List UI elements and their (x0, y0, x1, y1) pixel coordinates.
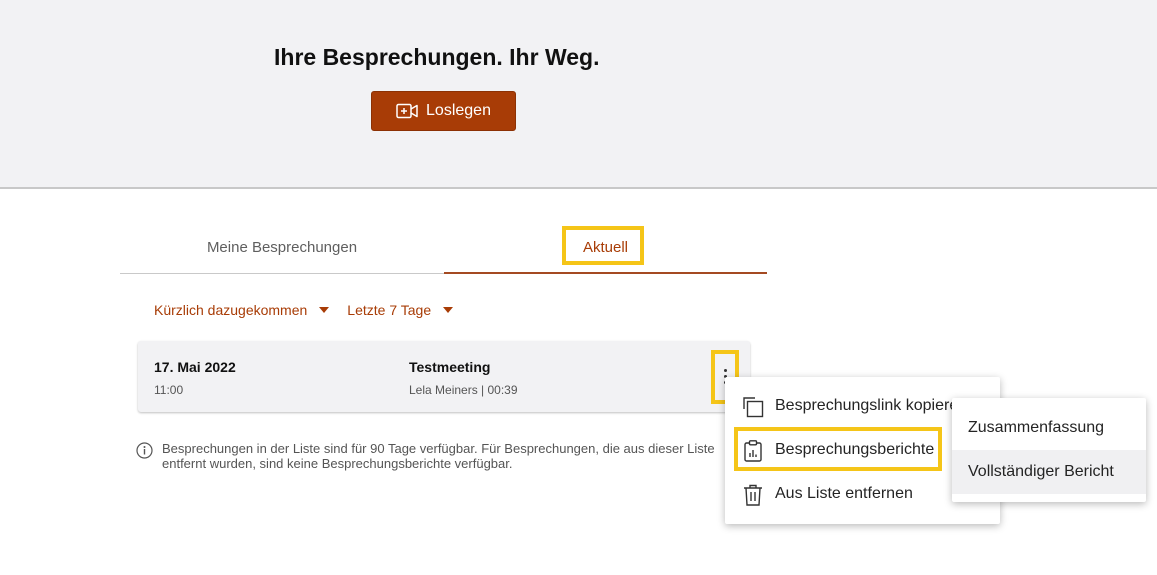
tab-divider (120, 273, 444, 274)
menu-item-label: Besprechungslink kopieren (775, 397, 968, 414)
copy-icon (743, 397, 764, 418)
tab-my-meetings[interactable]: Meine Besprechungen (120, 223, 444, 272)
start-meeting-label: Loslegen (426, 102, 491, 119)
submenu-item-summary[interactable]: Zusammenfassung (952, 406, 1146, 450)
tab-current[interactable]: Aktuell (444, 223, 767, 272)
date-range-dropdown[interactable]: Letzte 7 Tage (347, 302, 454, 318)
info-icon (136, 442, 153, 459)
submenu-item-full-report[interactable]: Vollständiger Bericht (952, 450, 1146, 494)
date-range-label: Letzte 7 Tage (347, 302, 432, 318)
page-title: Ihre Besprechungen. Ihr Weg. (274, 44, 600, 70)
chevron-down-icon (443, 307, 454, 313)
meetings-tabs: Meine Besprechungen Aktuell (120, 223, 767, 274)
menu-item-label: Aus Liste entfernen (775, 485, 913, 502)
clipboard-report-icon (744, 440, 762, 462)
more-vertical-icon (723, 368, 727, 372)
video-add-icon (396, 103, 418, 119)
chevron-down-icon (319, 307, 330, 313)
meeting-list-item[interactable]: 17. Mai 2022 11:00 Testmeeting Lela Mein… (138, 341, 750, 412)
filter-bar: Kürzlich dazugekommen Letzte 7 Tage (154, 300, 454, 320)
meeting-date: 17. Mai 2022 (154, 359, 236, 375)
hero-banner: Ihre Besprechungen. Ihr Weg. Loslegen (0, 0, 1157, 189)
meeting-details: Lela Meiners | 00:39 (409, 383, 518, 397)
reports-submenu: Zusammenfassung Vollständiger Bericht (952, 398, 1146, 502)
trash-icon (744, 484, 762, 506)
sort-filter-dropdown[interactable]: Kürzlich dazugekommen (154, 302, 330, 318)
info-text: Besprechungen in der Liste sind für 90 T… (162, 441, 715, 471)
menu-item-label: Besprechungsberichte (775, 441, 935, 458)
meeting-title: Testmeeting (409, 359, 491, 375)
meeting-time: 11:00 (154, 383, 184, 397)
start-meeting-button[interactable]: Loslegen (371, 91, 516, 131)
sort-filter-label: Kürzlich dazugekommen (154, 302, 308, 318)
tab-active-indicator (444, 272, 767, 274)
